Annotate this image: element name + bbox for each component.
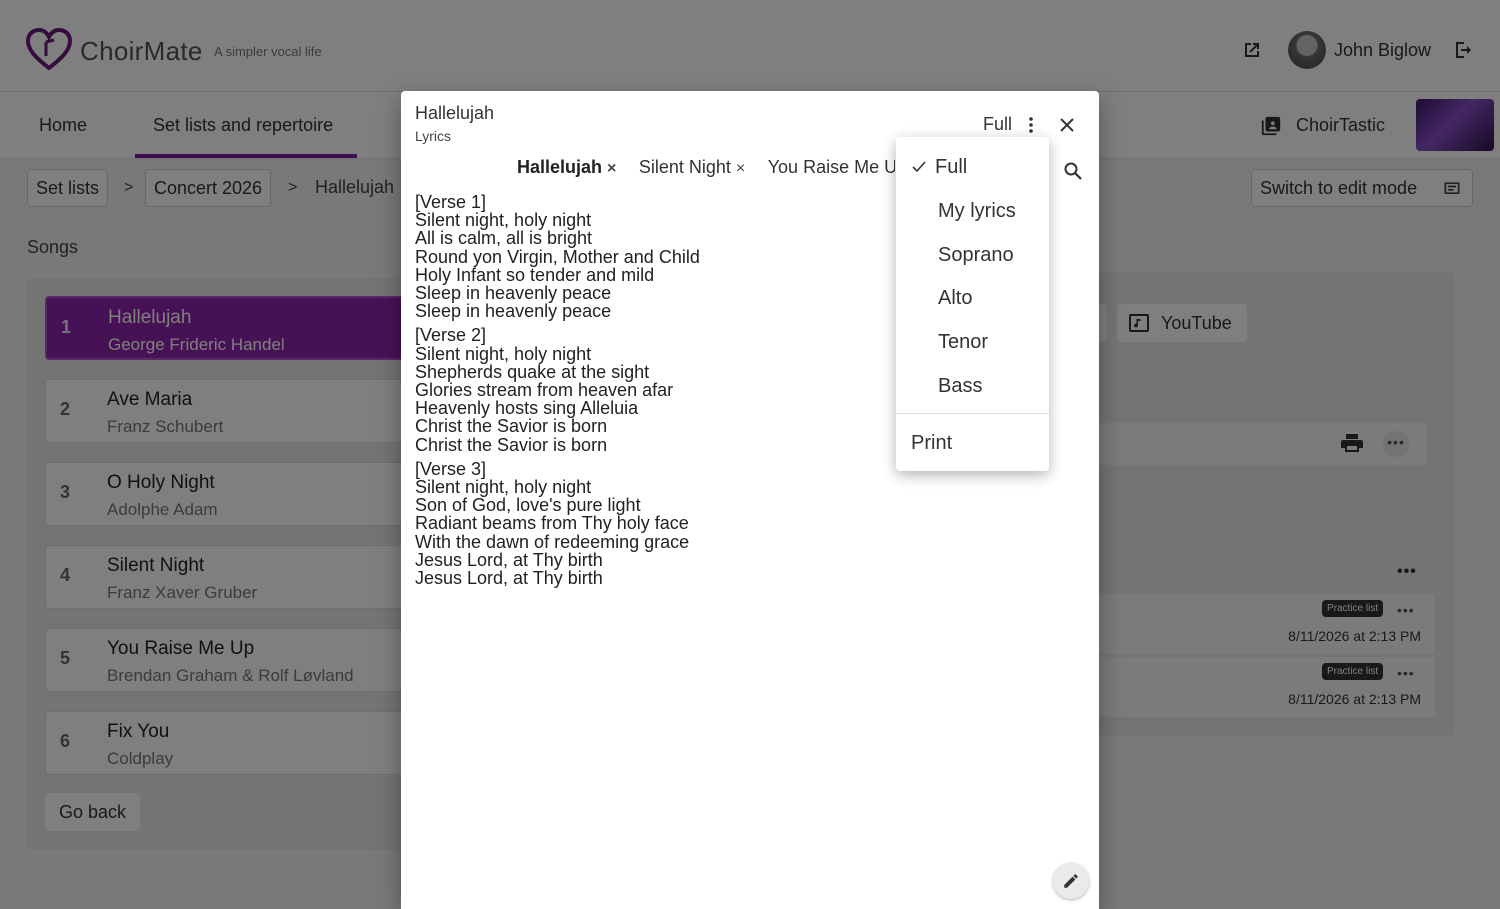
lyrics-stanza: [Verse 3] Silent night, holy night Son of … [415, 458, 895, 589]
menu-item-label: Soprano [938, 244, 1014, 266]
lyrics-stanza: [Verse 2] Silent night, holy night Shepher… [415, 325, 895, 455]
check-icon [912, 161, 926, 173]
lyric-line: Sleep in heavenly peace [415, 301, 612, 322]
dialog-title: Hallelujah [415, 103, 495, 123]
song-tabs: Hallelujah × Silent Night × You Raise Me U… [517, 157, 895, 187]
song-tab-active[interactable]: Hallelujah × [517, 157, 616, 178]
close-tab-icon[interactable]: × [736, 160, 745, 178]
lyric-line: Silent night, holy night [415, 343, 592, 364]
lyric-line: Christ the Savior is born [415, 416, 608, 437]
search-icon[interactable] [1063, 161, 1083, 181]
menu-item-print[interactable]: Print [896, 423, 1049, 463]
menu-item-my-lyrics[interactable]: My lyrics [896, 191, 1049, 231]
song-tab-label: Silent Night [638, 157, 731, 177]
menu-item-label: Print [911, 432, 953, 454]
menu-item-label: Alto [938, 287, 973, 309]
lyrics-text: [Verse 1] Silent night, holy night All is … [415, 193, 895, 593]
dialog-subtitle: Lyrics [415, 128, 452, 144]
lyric-line: With the dawn of redeeming grace [415, 531, 690, 552]
lyric-line: All is calm, all is bright [415, 228, 593, 249]
lyric-line: [Verse 3] [415, 458, 487, 479]
lyric-line: Silent night, holy night [415, 477, 592, 498]
song-tab[interactable]: Silent Night × [639, 157, 745, 178]
menu-item-label: Full [935, 156, 968, 178]
lyric-line: Jesus Lord, at Thy birth [415, 568, 603, 589]
menu-item-label: My lyrics [938, 200, 1016, 222]
menu-item-label: Bass [938, 375, 983, 397]
song-tab-label: Hallelujah [517, 157, 603, 177]
lyric-line: Glories stream from heaven afar [415, 380, 674, 401]
close-tab-icon[interactable]: × [607, 160, 616, 178]
menu-item-bass[interactable]: Bass [896, 366, 1049, 406]
lyric-line: [Verse 1] [415, 192, 487, 212]
lyric-line: Jesus Lord, at Thy birth [415, 549, 603, 570]
lyric-line: Round yon Virgin, Mother and Child [415, 246, 700, 267]
menu-item-tenor[interactable]: Tenor [896, 322, 1049, 362]
lyric-line: Shepherds quake at the sight [415, 361, 650, 382]
lyric-line: Silent night, holy night [415, 210, 592, 231]
lyrics-stanza: [Verse 1] Silent night, holy night All is … [415, 192, 895, 322]
lyric-line: Christ the Savior is born [415, 434, 608, 455]
menu-item-label: Tenor [938, 331, 989, 353]
menu-divider [896, 413, 1049, 414]
menu-item-full[interactable]: Full [896, 147, 1049, 187]
lyric-line: Heavenly hosts sing Alleluia [415, 398, 639, 419]
menu-item-alto[interactable]: Alto [896, 278, 1049, 318]
view-mode-menu: Full My lyrics Soprano Alto Tenor Bass P… [896, 137, 1049, 471]
song-tab-label: You Raise Me Up [767, 157, 895, 177]
edit-lyrics-button[interactable] [1053, 863, 1089, 899]
menu-item-soprano[interactable]: Soprano [896, 235, 1049, 275]
lyric-line: [Verse 2] [415, 325, 487, 346]
lyric-line: Radiant beams from Thy holy face [415, 513, 689, 534]
song-tab[interactable]: You Raise Me Up [768, 157, 895, 178]
lyric-line: Son of God, love's pure light [415, 495, 641, 516]
close-icon[interactable] [1057, 115, 1077, 135]
lyric-line: Holy Infant so tender and mild [415, 264, 655, 285]
pencil-icon [1064, 874, 1078, 888]
kebab-menu-icon[interactable] [1025, 115, 1037, 135]
lyric-line: Sleep in heavenly peace [415, 283, 612, 304]
view-mode-label[interactable]: Full [983, 114, 1012, 135]
